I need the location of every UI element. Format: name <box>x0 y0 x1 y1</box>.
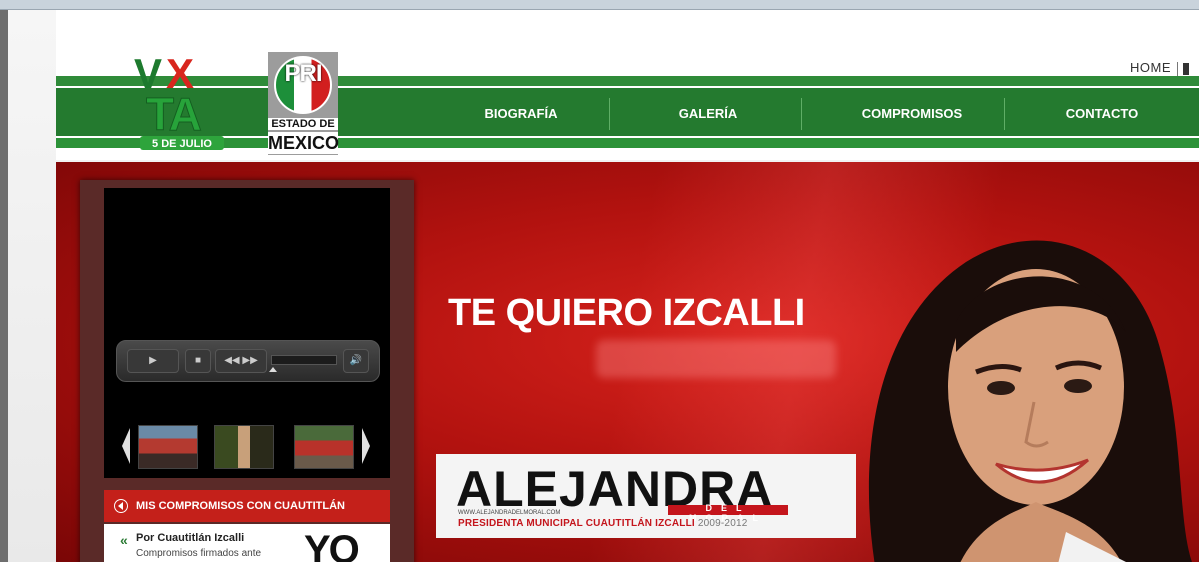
compromisos-item-title[interactable]: Por Cuautitlán Izcalli <box>136 532 244 544</box>
compromisos-header[interactable]: MIS COMPROMISOS CON CUAUTITLÁN IZCALLI <box>104 490 390 544</box>
vota-logo[interactable]: V X TA 5 DE JULIO <box>126 50 276 155</box>
hero-banner: TE QUIERO IZCALLI ALEJANDRA DEL MORAL WW… <box>56 162 1199 562</box>
video-player[interactable]: ▶ ■ ◀◀ ▶▶ 🔊 <box>104 188 390 478</box>
video-panel: ▶ ■ ◀◀ ▶▶ 🔊 MIS COMPROMISOS CON CUAUTITL… <box>80 180 414 562</box>
nav-compromisos[interactable]: COMPROMISOS <box>822 106 1002 121</box>
candidate-title-text: PRESIDENTA MUNICIPAL CUAUTITLÁN IZCALLI <box>458 518 695 529</box>
compromisos-graphic: YO <box>304 528 360 562</box>
stop-button[interactable]: ■ <box>185 349 211 373</box>
nav-divider <box>609 98 610 130</box>
video-controls: ▶ ■ ◀◀ ▶▶ 🔊 <box>116 340 380 382</box>
home-link[interactable]: HOME <box>1130 60 1171 75</box>
nav-divider <box>1004 98 1005 130</box>
compromisos-item[interactable]: « Por Cuautitlán Izcalli Compromisos fir… <box>104 524 390 562</box>
video-thumbnail[interactable] <box>138 425 198 469</box>
candidate-title: PRESIDENTA MUNICIPAL CUAUTITLÁN IZCALLI … <box>458 518 747 529</box>
rewind-forward-buttons[interactable]: ◀◀ ▶▶ <box>215 349 267 373</box>
rewind-icon[interactable]: ◀◀ <box>224 355 239 366</box>
top-links: HOME <box>1130 60 1189 76</box>
nav-galeria[interactable]: GALERÍA <box>618 106 798 121</box>
pri-state-line1: ESTADO DE <box>268 118 338 130</box>
menu-icon[interactable] <box>1183 62 1189 75</box>
compromisos-item-desc: Compromisos firmados ante <box>136 548 262 559</box>
candidate-name-box: ALEJANDRA DEL MORAL WWW.ALEJANDRADELMORA… <box>436 454 856 538</box>
nav-divider <box>801 98 802 130</box>
logo-date: 5 DE JULIO <box>152 138 212 150</box>
site-header: HOME BIOGRAFÍA GALERÍA COMPROMISOS CONTA… <box>56 10 1199 160</box>
video-thumbnail[interactable] <box>214 425 274 469</box>
thumbnails-prev-arrow[interactable] <box>122 428 130 464</box>
nav-contacto[interactable]: CONTACTO <box>1012 106 1192 121</box>
pri-state-line2: MEXICO <box>268 132 340 154</box>
separator <box>1177 61 1178 76</box>
banner-slogan: TE QUIERO IZCALLI <box>448 292 805 334</box>
seek-bar[interactable] <box>271 355 337 365</box>
play-button[interactable]: ▶ <box>127 349 179 373</box>
candidate-portrait <box>868 240 1192 562</box>
svg-text:TA: TA <box>146 88 201 140</box>
candidate-years: 2009-2012 <box>697 518 748 529</box>
video-thumbnail[interactable] <box>294 425 354 469</box>
seek-knob[interactable] <box>269 367 277 372</box>
pri-letters: PRI <box>284 60 322 87</box>
banner-blurred-text <box>596 340 836 378</box>
pri-logo[interactable]: PRI ESTADO DE MEXICO <box>268 52 340 155</box>
double-chevron-icon: « <box>120 532 128 548</box>
nav-biografia[interactable]: BIOGRAFÍA <box>431 106 611 121</box>
thumbnails-next-arrow[interactable] <box>362 428 370 464</box>
forward-icon[interactable]: ▶▶ <box>242 355 257 366</box>
circle-arrow-icon <box>114 499 128 514</box>
candidate-url: WWW.ALEJANDRADELMORAL.COM <box>458 510 561 516</box>
volume-button[interactable]: 🔊 <box>343 349 369 373</box>
page-frame: HOME BIOGRAFÍA GALERÍA COMPROMISOS CONTA… <box>8 10 1199 562</box>
browser-top-strip <box>0 0 1199 10</box>
